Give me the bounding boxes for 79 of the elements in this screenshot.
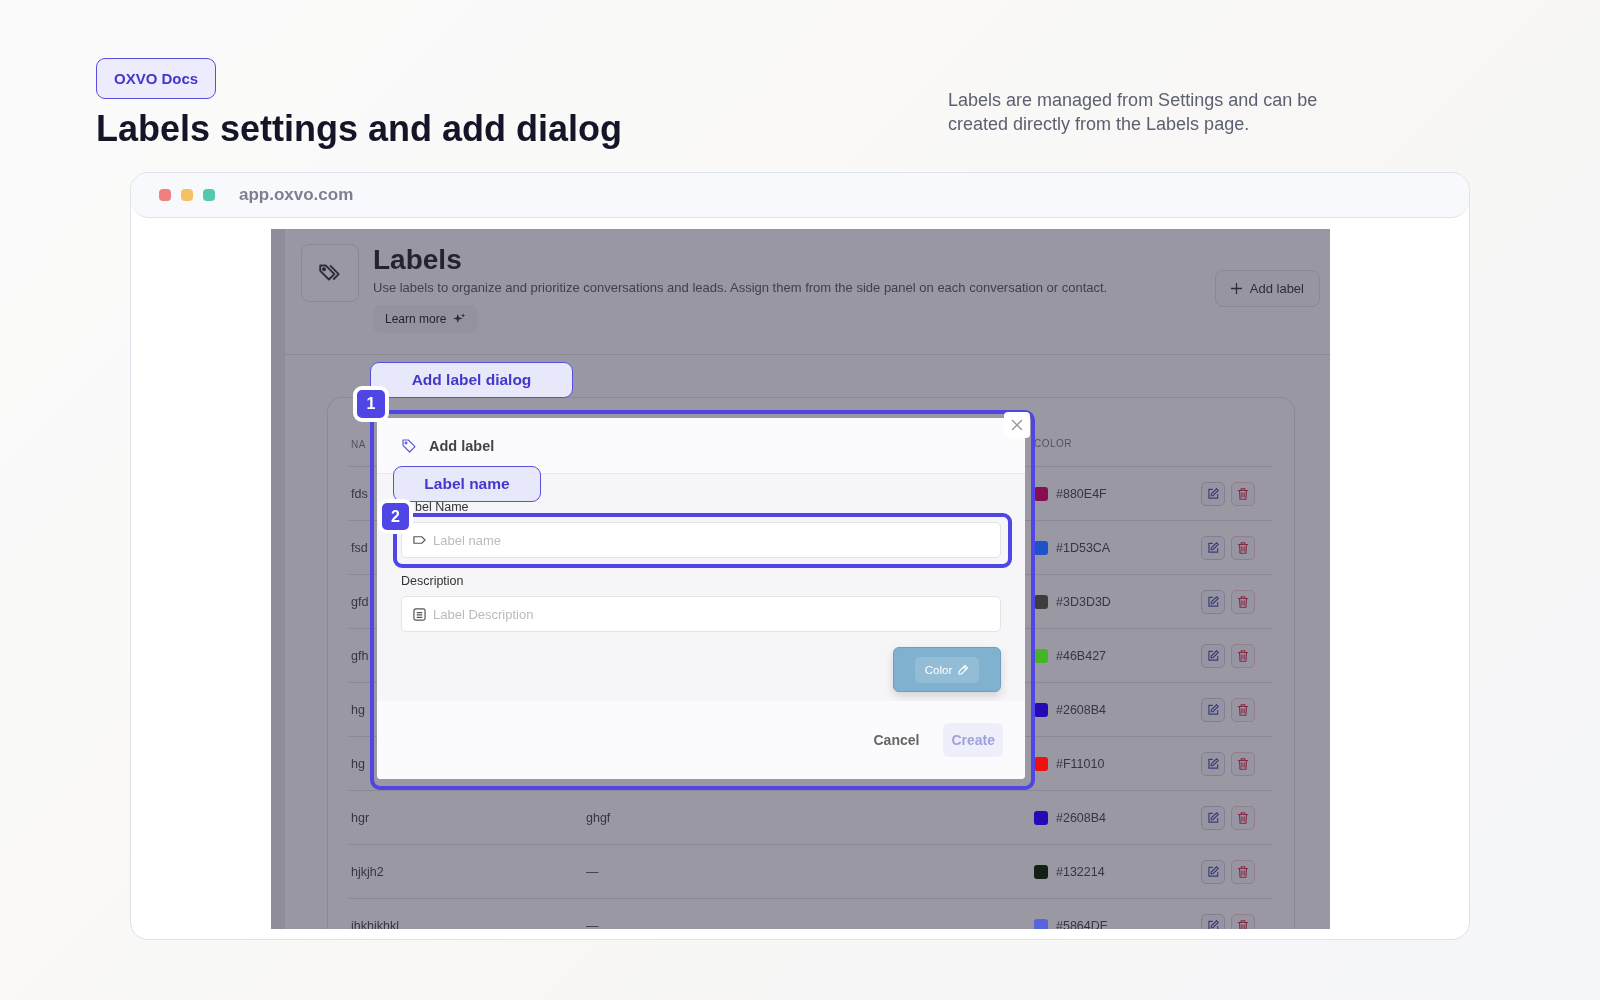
column-header: COLOR	[1034, 437, 1074, 449]
trash-icon	[1236, 864, 1250, 879]
edit-icon	[1206, 594, 1220, 609]
tag-icon	[401, 437, 417, 454]
field-label: bel Name	[415, 500, 470, 514]
color-code: #1D53CA	[1056, 540, 1111, 555]
edit-icon	[1206, 864, 1220, 879]
docs-badge: OXVO Docs	[96, 58, 217, 99]
table-cell: hgr	[351, 811, 370, 825]
field-label: Description	[401, 574, 465, 588]
color-code: #880E4F	[1056, 486, 1107, 501]
color-code: #2608B4	[1056, 810, 1107, 825]
color-code: #5864DF	[1056, 918, 1108, 929]
delete-button[interactable]	[1231, 805, 1255, 830]
trash-icon	[1236, 918, 1250, 929]
trash-icon	[1236, 756, 1250, 771]
trash-icon	[1236, 486, 1250, 501]
input-field[interactable]: Label Description	[401, 596, 1001, 632]
table-cell: fsd	[351, 541, 368, 555]
edit-icon	[1206, 540, 1220, 555]
table-cell: —	[586, 919, 599, 929]
edit-icon	[1206, 486, 1220, 501]
edit-button[interactable]	[1201, 589, 1225, 614]
edit-button[interactable]	[1201, 643, 1225, 668]
color-code: #132214	[1056, 864, 1105, 879]
edit-icon	[1206, 702, 1220, 717]
table-cell: hjkjh2	[351, 865, 384, 879]
delete-button[interactable]	[1231, 589, 1255, 614]
trash-icon	[1236, 648, 1250, 663]
color-code: #46B427	[1056, 648, 1107, 663]
table-cell: ghgf	[586, 811, 611, 825]
trash-icon	[1236, 702, 1250, 717]
labels-title: Labels	[373, 244, 463, 276]
close-icon	[1011, 419, 1023, 431]
table-cell: gfd	[351, 595, 369, 609]
input-field[interactable]: Label name	[401, 522, 1001, 558]
callout-label: Label name	[393, 466, 541, 502]
pencil-icon	[957, 663, 970, 676]
edit-button[interactable]	[1201, 805, 1225, 830]
edit-icon	[1206, 756, 1220, 771]
edit-button[interactable]	[1201, 535, 1225, 560]
delete-button[interactable]	[1231, 481, 1255, 506]
dialog-title: Add label	[429, 437, 495, 454]
edit-button[interactable]	[1201, 859, 1225, 884]
delete-button[interactable]	[1231, 535, 1255, 560]
add-label-button[interactable]: Add label	[1214, 270, 1320, 307]
table-cell: hg	[351, 703, 365, 717]
table-cell: —	[586, 865, 599, 879]
learn-more-button[interactable]: Learn more	[373, 305, 479, 333]
trash-icon	[1236, 810, 1250, 825]
page-title: Labels settings and add dialog	[96, 108, 623, 150]
edit-button[interactable]	[1201, 751, 1225, 776]
delete-button[interactable]	[1231, 751, 1255, 776]
table-cell: gfh	[351, 649, 369, 663]
edit-icon	[1206, 648, 1220, 663]
delete-button[interactable]	[1231, 697, 1255, 722]
delete-button[interactable]	[1231, 859, 1255, 884]
delete-button[interactable]	[1231, 643, 1255, 668]
edit-icon	[1206, 918, 1220, 929]
step-number: 1	[353, 386, 389, 422]
color-code: #F11010	[1056, 756, 1105, 771]
table-cell: fds	[351, 487, 368, 501]
trash-icon	[1236, 540, 1250, 555]
edit-icon	[1206, 810, 1220, 825]
trash-icon	[1236, 594, 1250, 609]
callout-label: Add label dialog	[370, 362, 573, 398]
column-header: NA	[351, 438, 366, 450]
color-code: #3D3D3D	[1056, 594, 1111, 609]
table-cell: hg	[351, 757, 365, 771]
page-summary: Labels are managed from Settings and can be created directly from the Labels page.	[948, 89, 1319, 136]
edit-button[interactable]	[1201, 481, 1225, 506]
close-button[interactable]	[1004, 412, 1030, 438]
cancel-button[interactable]: Cancel	[867, 731, 926, 749]
browser-url: app.oxvo.com	[239, 185, 354, 205]
plus-icon	[1230, 283, 1242, 294]
edit-button[interactable]	[1201, 697, 1225, 722]
labels-description: Use labels to organize and prioritize conversations and leads. Assign them from the side panel on each conversation or contact.	[373, 280, 1109, 295]
step-number: 2	[378, 499, 413, 534]
color-code: #2608B4	[1056, 702, 1107, 717]
